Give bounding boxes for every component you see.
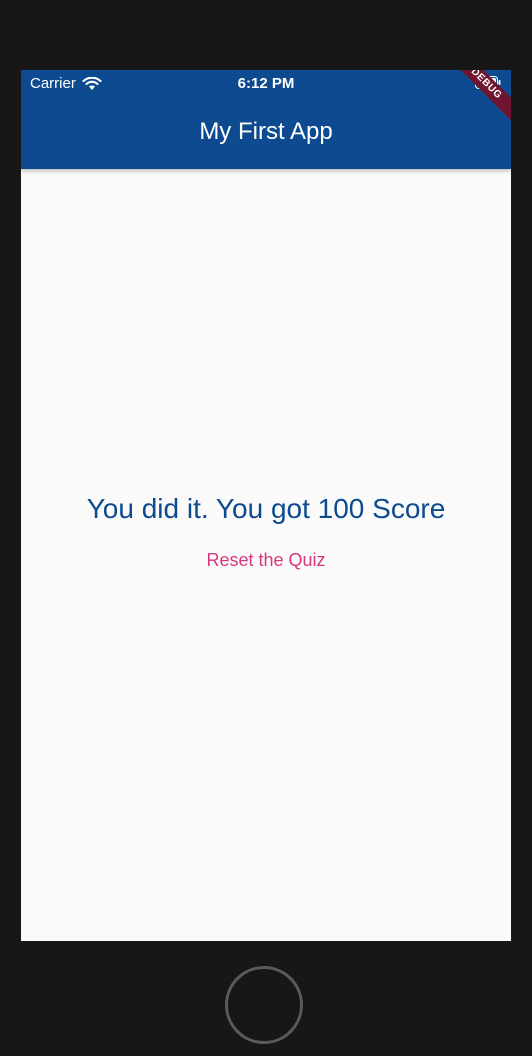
reset-quiz-button[interactable]: Reset the Quiz xyxy=(191,545,341,575)
app-title: My First App xyxy=(199,118,333,145)
phone-device: Carrier 6:12 PM My First App DEBUG You d… xyxy=(0,0,532,1056)
app-bar: Carrier 6:12 PM My First App DEBUG xyxy=(21,70,511,169)
home-button[interactable] xyxy=(225,966,303,1044)
status-time: 6:12 PM xyxy=(237,75,295,92)
quiz-result-area: You did it. You got 100 Score Reset the … xyxy=(21,169,511,941)
result-message: You did it. You got 100 Score xyxy=(86,493,446,524)
status-bar: Carrier 6:12 PM xyxy=(21,70,511,96)
app-screen: Carrier 6:12 PM My First App DEBUG You d… xyxy=(21,70,511,941)
